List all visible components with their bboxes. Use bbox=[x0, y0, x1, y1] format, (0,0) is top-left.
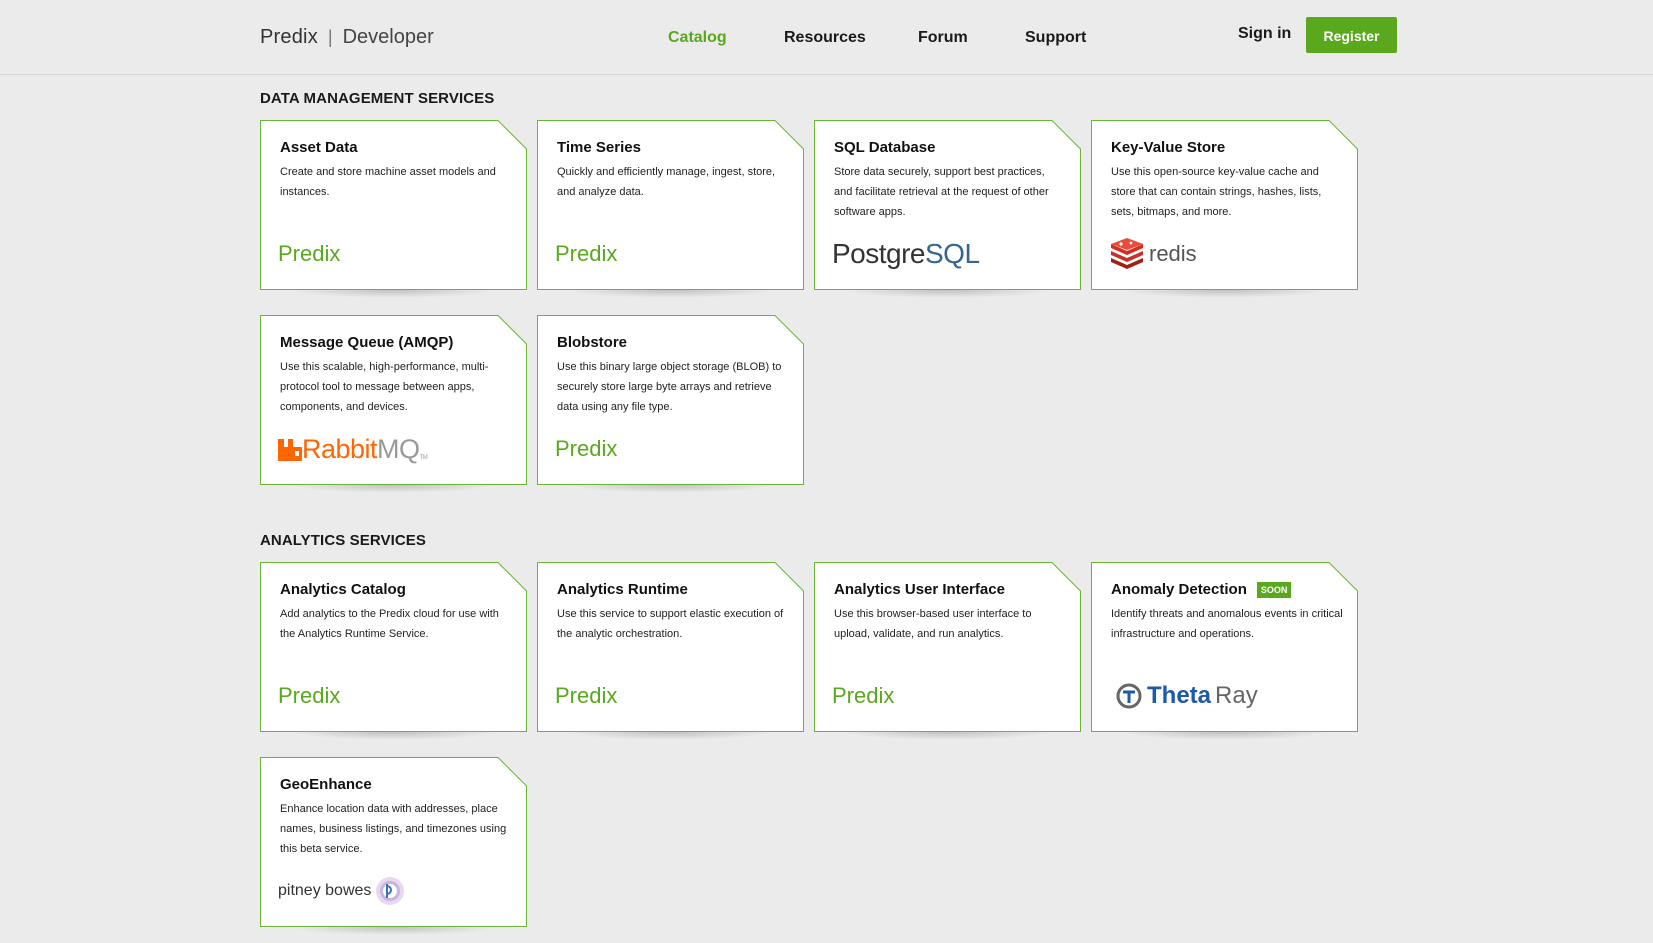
logo-text: Predix bbox=[555, 683, 618, 708]
service-card-asset-data[interactable]: Asset Data Create and store machine asse… bbox=[260, 120, 527, 298]
logo-text: Predix bbox=[278, 241, 341, 266]
predix-logo: Predix bbox=[832, 676, 894, 716]
card-description: Use this binary large object storage (BL… bbox=[557, 361, 782, 413]
card-title: Key-Value Store bbox=[1111, 139, 1226, 156]
logo-text-part-b: Ray bbox=[1215, 682, 1258, 709]
thetaray-logo: Theta Ray bbox=[1115, 676, 1258, 716]
nav-forum[interactable]: Forum bbox=[918, 25, 968, 51]
nav-support[interactable]: Support bbox=[1025, 25, 1086, 51]
card-description: Use this service to support elastic exec… bbox=[557, 608, 784, 640]
section-title-analytics: ANALYTICS SERVICES bbox=[260, 532, 427, 549]
card-shadow bbox=[1121, 290, 1328, 298]
nav-catalog[interactable]: Catalog bbox=[668, 25, 727, 51]
card-description: Enhance location data with addresses, pl… bbox=[280, 803, 507, 855]
postgresql-logo: PostgreSQL bbox=[832, 234, 980, 274]
service-card-analytics-runtime[interactable]: Analytics Runtime Use this service to su… bbox=[537, 562, 804, 740]
register-button[interactable]: Register bbox=[1306, 17, 1397, 53]
card-title: Asset Data bbox=[280, 139, 358, 156]
rabbitmq-logo: Rabbit MQ TM bbox=[278, 429, 428, 469]
card-shadow bbox=[290, 485, 497, 493]
soon-badge: SOON bbox=[1256, 582, 1292, 598]
card-description: Use this scalable, high-performance, mul… bbox=[280, 361, 489, 413]
card-shadow bbox=[290, 732, 497, 740]
thetaray-icon bbox=[1116, 683, 1142, 709]
logo-text: pitney bowes bbox=[278, 882, 372, 899]
card-description: Identify threats and anomalous events in… bbox=[1111, 608, 1343, 640]
card-title: Time Series bbox=[557, 139, 641, 156]
card-title: Analytics Runtime bbox=[557, 581, 688, 598]
predix-logo: Predix bbox=[555, 429, 617, 469]
service-card-geoenhance[interactable]: GeoEnhance Enhance location data with ad… bbox=[260, 757, 527, 935]
card-shadow bbox=[567, 732, 774, 740]
pitney-bowes-icon bbox=[376, 877, 405, 905]
main-nav: Catalog Resources Forum Support bbox=[0, 25, 1653, 51]
predix-logo: Predix bbox=[278, 676, 340, 716]
card-shadow bbox=[844, 732, 1051, 740]
redis-logo: redis bbox=[1109, 234, 1197, 274]
logo-text: PostgreSQL bbox=[832, 238, 980, 270]
card-title: GeoEnhance bbox=[280, 776, 372, 793]
card-title: SQL Database bbox=[834, 139, 936, 156]
card-shadow bbox=[567, 290, 774, 298]
card-shadow bbox=[567, 485, 774, 493]
logo-text-part-a: Rabbit bbox=[302, 433, 378, 464]
logo-text: Predix bbox=[832, 683, 895, 708]
card-title: Analytics User Interface bbox=[834, 581, 1005, 598]
card-title-row: Anomaly Detection SOON bbox=[1111, 580, 1343, 600]
card-title: Analytics Catalog bbox=[280, 581, 406, 598]
redis-cube-icon bbox=[1111, 238, 1143, 269]
card-description: Create and store machine asset models an… bbox=[280, 166, 496, 198]
service-card-time-series[interactable]: Time Series Quickly and efficiently mana… bbox=[537, 120, 804, 298]
logo-text: Predix bbox=[278, 683, 341, 708]
sign-in-link[interactable]: Sign in bbox=[1238, 22, 1291, 46]
card-title: Anomaly Detection bbox=[1111, 581, 1247, 598]
service-card-message-queue[interactable]: Message Queue (AMQP) Use this scalable, … bbox=[260, 315, 527, 493]
site-header: Predix | Developer Catalog Resources For… bbox=[0, 0, 1653, 75]
predix-logo: Predix bbox=[555, 676, 617, 716]
card-description: Use this browser-based user interface to… bbox=[834, 608, 1032, 640]
service-card-anomaly-detection[interactable]: Anomaly Detection SOON Identify threats … bbox=[1091, 562, 1358, 740]
card-description: Add analytics to the Predix cloud for us… bbox=[280, 608, 499, 640]
logo-text-part-a: Theta bbox=[1147, 682, 1212, 709]
logo-text: Predix bbox=[555, 436, 618, 461]
logo-text-part-b: SQL bbox=[925, 238, 980, 269]
card-description: Quickly and efficiently manage, ingest, … bbox=[557, 166, 776, 198]
logo-text-part-b: MQ bbox=[377, 433, 420, 464]
nav-resources[interactable]: Resources bbox=[784, 25, 866, 51]
service-card-analytics-user-interface[interactable]: Analytics User Interface Use this browse… bbox=[814, 562, 1081, 740]
logo-trademark: TM bbox=[419, 455, 428, 461]
service-card-sql-database[interactable]: SQL Database Store data securely, suppor… bbox=[814, 120, 1081, 298]
logo-text: Predix bbox=[555, 241, 618, 266]
card-shadow bbox=[290, 927, 497, 935]
section-title-data-management: DATA MANAGEMENT SERVICES bbox=[260, 90, 495, 107]
card-shadow bbox=[1121, 732, 1328, 740]
service-card-analytics-catalog[interactable]: Analytics Catalog Add analytics to the P… bbox=[260, 562, 527, 740]
card-title: Message Queue (AMQP) bbox=[280, 334, 454, 351]
card-description: Store data securely, support best practi… bbox=[834, 166, 1049, 218]
predix-logo: Predix bbox=[278, 234, 340, 274]
logo-text-part-a: Postgre bbox=[832, 238, 926, 269]
service-card-blobstore[interactable]: Blobstore Use this binary large object s… bbox=[537, 315, 804, 493]
card-shadow bbox=[844, 290, 1051, 298]
card-description: Use this open-source key-value cache and… bbox=[1111, 166, 1322, 218]
card-shadow bbox=[290, 290, 497, 298]
rabbitmq-icon bbox=[278, 439, 302, 461]
logo-text: redis bbox=[1149, 241, 1197, 266]
service-card-key-value-store[interactable]: Key-Value Store Use this open-source key… bbox=[1091, 120, 1358, 298]
card-title: Blobstore bbox=[557, 334, 628, 351]
pitney-bowes-logo: pitney bowes bbox=[278, 871, 405, 911]
predix-logo: Predix bbox=[555, 234, 617, 274]
